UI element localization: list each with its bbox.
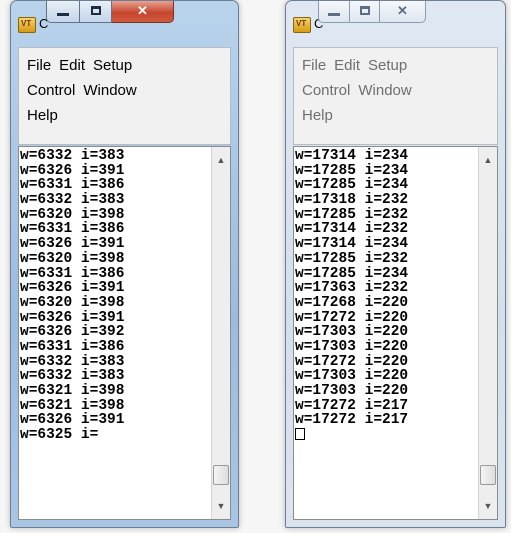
terminal-window-left: VT C ✕ File Edit Setup Control Window Help w=… xyxy=(10,0,239,528)
window-controls: ✕ xyxy=(46,1,174,23)
close-icon: ✕ xyxy=(137,3,148,18)
menu-row: File Edit Setup xyxy=(298,53,493,78)
console-line: w=6332 i=383 xyxy=(20,368,125,385)
console-line: w=6326 i=391 xyxy=(20,412,125,429)
console-line: w=6321 i=398 xyxy=(20,383,125,399)
console-line: w=17314 i=234 xyxy=(295,148,409,164)
vertical-scrollbar[interactable]: ▲ ▼ xyxy=(478,147,497,519)
console-line: w=6331 i=386 xyxy=(20,177,125,194)
menu-row: Control Window xyxy=(23,78,226,103)
console-line: w=6320 i=398 xyxy=(20,250,125,267)
scroll-down-arrow-icon[interactable]: ▼ xyxy=(479,497,497,515)
menu-item-control[interactable]: Control xyxy=(23,78,79,103)
console-line: w=17272 i=220 xyxy=(295,353,409,370)
scroll-up-arrow-icon[interactable]: ▲ xyxy=(212,151,230,169)
menu-item-setup[interactable]: Setup xyxy=(364,53,411,78)
maximize-button[interactable] xyxy=(350,1,380,23)
close-button[interactable]: ✕ xyxy=(112,1,174,23)
console-line: w=17318 i=232 xyxy=(295,192,409,209)
menu-bar: File Edit Setup Control Window Help xyxy=(293,47,498,145)
console-line: w=17285 i=232 xyxy=(295,206,409,223)
console-line: w=17303 i=220 xyxy=(295,324,409,341)
console-output: w=17314 i=234 w=17285 i=234 w=17285 i=234 w… xyxy=(295,149,477,443)
console-line: w=6332 i=383 xyxy=(20,148,125,164)
console-line: w=6320 i=398 xyxy=(20,206,125,223)
console-line: w=17303 i=220 xyxy=(295,383,409,399)
console-line: w=6321 i=398 xyxy=(20,397,125,414)
close-icon: ✕ xyxy=(397,3,408,18)
menu-row: File Edit Setup xyxy=(23,53,226,78)
console-line: w=6331 i=386 xyxy=(20,338,125,355)
console-line: w=17272 i=217 xyxy=(295,412,409,429)
scroll-thumb[interactable] xyxy=(480,465,496,485)
console-line: w=17285 i=232 xyxy=(295,250,409,267)
minimize-button[interactable] xyxy=(46,1,80,23)
maximize-button[interactable] xyxy=(80,1,112,23)
console-line: w=6326 i=391 xyxy=(20,162,125,179)
console-line: w=17314 i=234 xyxy=(295,236,409,253)
console-area[interactable]: w=17314 i=234 w=17285 i=234 w=17285 i=234 w… xyxy=(293,146,498,520)
console-line: w=17285 i=234 xyxy=(295,177,409,194)
console-line: w=6326 i=391 xyxy=(20,236,125,253)
console-line: w=6320 i=398 xyxy=(20,294,125,311)
console-line xyxy=(295,428,477,443)
console-line: w=17303 i=220 xyxy=(295,368,409,385)
menu-item-window[interactable]: Window xyxy=(354,78,415,103)
menu-item-help[interactable]: Help xyxy=(23,103,62,128)
console-output: w=6332 i=383 w=6326 i=391 w=6331 i=386 w=63… xyxy=(20,149,210,443)
console-line: w=17272 i=217 xyxy=(295,397,409,414)
console-line: w=6332 i=383 xyxy=(20,192,125,209)
terminal-window-right: VT C ✕ File Edit Setup Control Window Help w=… xyxy=(285,0,506,528)
console-line: w=6326 i=392 xyxy=(20,324,125,341)
menu-item-control[interactable]: Control xyxy=(298,78,354,103)
menu-item-window[interactable]: Window xyxy=(79,78,140,103)
console-line: w=6331 i=386 xyxy=(20,221,125,238)
scroll-up-arrow-icon[interactable]: ▲ xyxy=(479,151,497,169)
maximize-icon xyxy=(359,6,370,15)
menu-bar: File Edit Setup Control Window Help xyxy=(18,47,231,145)
window-controls: ✕ xyxy=(318,1,426,23)
scroll-down-arrow-icon[interactable]: ▼ xyxy=(212,497,230,515)
console-line: w=6332 i=383 xyxy=(20,353,125,370)
menu-row: Help xyxy=(298,103,493,128)
title-bar[interactable]: VT C ✕ xyxy=(286,1,505,47)
menu-item-setup[interactable]: Setup xyxy=(89,53,136,78)
console-line: w=17303 i=220 xyxy=(295,338,409,355)
app-icon[interactable]: VT xyxy=(293,17,311,33)
menu-row: Help xyxy=(23,103,226,128)
console-line: w=6326 i=391 xyxy=(20,309,125,326)
console-line: w=17285 i=234 xyxy=(295,162,409,179)
console-line: w=17268 i=220 xyxy=(295,294,409,311)
scroll-thumb[interactable] xyxy=(213,465,229,485)
minimize-icon xyxy=(328,13,340,16)
minimize-button[interactable] xyxy=(318,1,350,23)
menu-item-file[interactable]: File xyxy=(298,53,330,78)
console-area[interactable]: w=6332 i=383 w=6326 i=391 w=6331 i=386 w=63… xyxy=(18,146,231,520)
console-line: w=6331 i=386 xyxy=(20,265,125,282)
title-bar[interactable]: VT C ✕ xyxy=(11,1,238,47)
menu-row: Control Window xyxy=(298,78,493,103)
menu-item-file[interactable]: File xyxy=(23,53,55,78)
vertical-scrollbar[interactable]: ▲ ▼ xyxy=(211,147,230,519)
console-line: w=17363 i=232 xyxy=(295,280,409,297)
console-line: w=6326 i=391 xyxy=(20,280,125,297)
close-button[interactable]: ✕ xyxy=(380,1,426,23)
menu-item-edit[interactable]: Edit xyxy=(330,53,364,78)
text-cursor xyxy=(295,428,305,441)
maximize-icon xyxy=(90,6,101,15)
console-line: w=17272 i=220 xyxy=(295,309,409,326)
app-icon[interactable]: VT xyxy=(18,17,36,33)
console-line: w=17314 i=232 xyxy=(295,221,409,238)
menu-item-help[interactable]: Help xyxy=(298,103,337,128)
minimize-icon xyxy=(57,13,69,16)
menu-item-edit[interactable]: Edit xyxy=(55,53,89,78)
console-line: w=6325 i= xyxy=(20,427,99,444)
console-line: w=17285 i=234 xyxy=(295,265,409,282)
